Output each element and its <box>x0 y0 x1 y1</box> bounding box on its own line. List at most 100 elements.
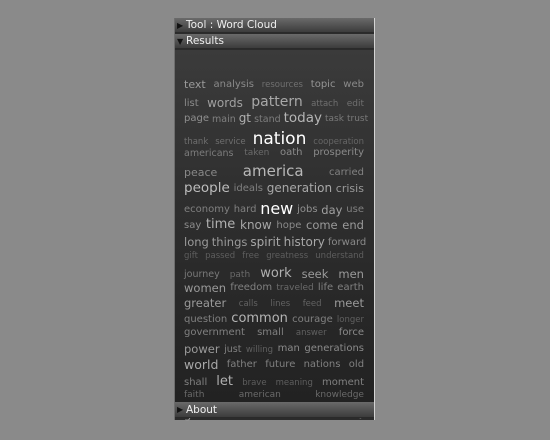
cloud-word-carried[interactable]: carried <box>329 167 364 178</box>
cloud-word-peace[interactable]: peace <box>184 166 217 179</box>
cloud-word-government[interactable]: government <box>184 327 245 338</box>
about-header[interactable]: ▶ About <box>175 402 374 418</box>
cloud-word-passed[interactable]: passed <box>205 251 235 261</box>
cloud-word-common[interactable]: common <box>231 311 288 326</box>
cloud-word-today[interactable]: today <box>284 110 322 126</box>
cloud-word-question[interactable]: question <box>184 314 227 325</box>
cloud-word-small[interactable]: small <box>257 327 284 338</box>
cloud-word-moment[interactable]: moment <box>322 377 364 388</box>
cloud-word-day[interactable]: day <box>321 203 342 217</box>
cloud-word-topic[interactable]: topic <box>311 79 336 90</box>
cloud-word-know[interactable]: know <box>240 218 272 232</box>
cloud-word-women[interactable]: women <box>184 281 226 295</box>
cloud-word-life[interactable]: life <box>318 282 333 293</box>
results-header[interactable]: ▼ Results <box>175 34 374 49</box>
cloud-word-generations[interactable]: generations <box>304 343 364 354</box>
cloud-word-prosperity[interactable]: prosperity <box>313 147 364 158</box>
cloud-word-history[interactable]: history <box>284 235 325 249</box>
cloud-word-traveled[interactable]: traveled <box>276 283 313 293</box>
cloud-word-men[interactable]: men <box>338 267 364 281</box>
cloud-word-people[interactable]: people <box>184 180 230 196</box>
cloud-word-say[interactable]: say <box>184 220 201 231</box>
cloud-word-things[interactable]: things <box>212 235 248 249</box>
cloud-word-man[interactable]: man <box>278 343 300 354</box>
cloud-word-journey[interactable]: journey <box>184 269 220 280</box>
cloud-word-power[interactable]: power <box>184 342 220 356</box>
cloud-word-earth[interactable]: earth <box>337 282 364 293</box>
expand-arrow-icon[interactable]: ▶ <box>177 18 183 33</box>
cloud-word-stand[interactable]: stand <box>254 114 281 125</box>
cloud-word-generation[interactable]: generation <box>267 181 332 195</box>
collapse-arrow-icon[interactable]: ▼ <box>177 34 183 49</box>
cloud-word-hope[interactable]: hope <box>276 220 301 231</box>
cloud-word-cooperation[interactable]: cooperation <box>313 137 364 147</box>
cloud-word-edit[interactable]: edit <box>347 99 364 109</box>
cloud-word-future[interactable]: future <box>265 359 295 370</box>
cloud-word-answer[interactable]: answer <box>296 328 327 338</box>
cloud-word-longer[interactable]: longer <box>337 315 364 325</box>
cloud-word-lines[interactable]: lines <box>270 299 290 309</box>
cloud-word-path[interactable]: path <box>230 270 250 280</box>
cloud-word-new[interactable]: new <box>260 199 293 218</box>
cloud-word-pattern[interactable]: pattern <box>251 94 302 110</box>
cloud-word-faith[interactable]: faith <box>184 390 204 400</box>
cloud-word-come[interactable]: come <box>306 218 338 232</box>
cloud-word-brave[interactable]: brave <box>242 378 266 388</box>
cloud-word-thank[interactable]: thank <box>184 137 208 147</box>
cloud-word-jobs[interactable]: jobs <box>297 204 317 215</box>
cloud-word-main[interactable]: main <box>212 114 236 125</box>
cloud-word-meet[interactable]: meet <box>334 296 364 310</box>
cloud-word-crisis[interactable]: crisis <box>336 182 364 195</box>
cloud-word-oath[interactable]: oath <box>280 147 303 158</box>
cloud-word-hard[interactable]: hard <box>234 204 257 215</box>
cloud-word-attach[interactable]: attach <box>311 99 338 109</box>
cloud-word-courage[interactable]: courage <box>292 314 333 325</box>
cloud-word-end[interactable]: end <box>342 218 364 232</box>
tool-header[interactable]: ▶ Tool : Word Cloud <box>175 18 374 33</box>
cloud-word-greater[interactable]: greater <box>184 296 226 310</box>
cloud-word-forward[interactable]: forward <box>328 237 366 248</box>
cloud-word-taken[interactable]: taken <box>244 148 269 158</box>
cloud-word-trust[interactable]: trust <box>347 114 368 124</box>
cloud-word-list[interactable]: list <box>184 98 199 109</box>
cloud-word-economy[interactable]: economy <box>184 204 230 215</box>
cloud-word-let[interactable]: let <box>216 374 233 389</box>
cloud-word-americans[interactable]: americans <box>184 148 233 159</box>
cloud-word-father[interactable]: father <box>227 359 257 370</box>
cloud-word-use[interactable]: use <box>346 204 364 215</box>
cloud-word-ideals[interactable]: ideals <box>234 183 263 194</box>
cloud-word-old[interactable]: old <box>349 359 364 370</box>
cloud-word-task[interactable]: task <box>325 114 344 124</box>
cloud-word-calls[interactable]: calls <box>239 299 258 309</box>
cloud-word-understand[interactable]: understand <box>315 251 364 261</box>
cloud-word-page[interactable]: page <box>184 113 209 124</box>
cloud-word-resources[interactable]: resources <box>262 80 303 90</box>
cloud-word-nation[interactable]: nation <box>253 129 307 149</box>
cloud-word-spirit[interactable]: spirit <box>250 235 280 249</box>
cloud-word-web[interactable]: web <box>343 79 364 90</box>
expand-arrow-icon[interactable]: ▶ <box>177 402 183 418</box>
cloud-word-shall[interactable]: shall <box>184 377 207 388</box>
cloud-word-knowledge[interactable]: knowledge <box>315 390 364 400</box>
cloud-word-time[interactable]: time <box>206 217 235 232</box>
cloud-word-gift[interactable]: gift <box>184 251 198 261</box>
cloud-word-willing[interactable]: willing <box>246 345 273 355</box>
cloud-word-america[interactable]: america <box>243 162 304 180</box>
cloud-word-just[interactable]: just <box>224 344 241 355</box>
cloud-word-nations[interactable]: nations <box>304 359 341 370</box>
cloud-word-gt[interactable]: gt <box>239 111 251 125</box>
cloud-word-force[interactable]: force <box>339 327 364 338</box>
cloud-word-world[interactable]: world <box>184 357 218 372</box>
cloud-word-work[interactable]: work <box>260 266 291 281</box>
cloud-word-greatness[interactable]: greatness <box>266 251 308 261</box>
cloud-word-long[interactable]: long <box>184 235 209 249</box>
cloud-word-analysis[interactable]: analysis <box>214 79 255 90</box>
cloud-word-service[interactable]: service <box>215 137 245 147</box>
cloud-word-free[interactable]: free <box>242 251 259 261</box>
cloud-word-american[interactable]: american <box>239 390 281 400</box>
cloud-word-feed[interactable]: feed <box>303 299 322 309</box>
cloud-word-words[interactable]: words <box>207 96 243 110</box>
cloud-word-seek[interactable]: seek <box>302 267 329 281</box>
cloud-word-text[interactable]: text <box>184 78 206 91</box>
cloud-word-freedom[interactable]: freedom <box>230 282 272 293</box>
